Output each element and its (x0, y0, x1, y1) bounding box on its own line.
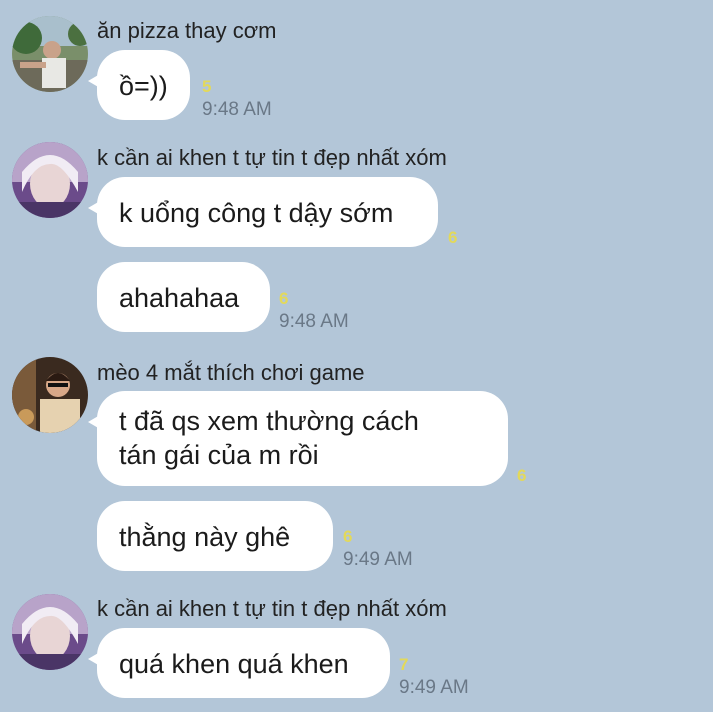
message-bubble[interactable]: ồ=)) (88, 50, 190, 120)
message-time: 9:49 AM (399, 677, 469, 698)
read-count: 5 (202, 77, 212, 96)
message-line: t đã qs xem thường cách (119, 406, 419, 436)
avatar-pizza[interactable] (12, 16, 88, 92)
read-count: 6 (517, 466, 527, 485)
avatar-meo-4-mat[interactable] (12, 357, 88, 433)
avatar-k-can-ai-khen[interactable] (12, 594, 88, 670)
message-bubble[interactable]: quá khen quá khen (88, 628, 390, 698)
read-count: 7 (399, 655, 409, 674)
read-count: 6 (279, 289, 289, 308)
avatar-k-can-ai-khen[interactable] (12, 142, 88, 218)
message-bubble[interactable]: ahahahaa (97, 262, 270, 332)
sender-name: k cần ai khen t tự tin t đẹp nhất xóm (97, 145, 447, 170)
message-time: 9:49 AM (343, 549, 413, 570)
read-count: 6 (448, 228, 458, 247)
message-line: tán gái của m rồi (119, 440, 319, 470)
sender-name: ăn pizza thay cơm (97, 18, 277, 43)
message-bubble[interactable]: k uổng công t dậy sớm (88, 177, 438, 247)
read-count: 6 (343, 527, 353, 546)
message-time: 9:48 AM (202, 99, 272, 120)
sender-name: k cần ai khen t tự tin t đẹp nhất xóm (97, 596, 447, 621)
message-time: 9:48 AM (279, 311, 349, 332)
message-bubble[interactable]: t đã qs xem thường cách tán gái của m rồ… (88, 391, 508, 486)
message-bubble[interactable]: thằng này ghê (97, 501, 333, 571)
sender-name: mèo 4 mắt thích chơi game (97, 360, 365, 385)
